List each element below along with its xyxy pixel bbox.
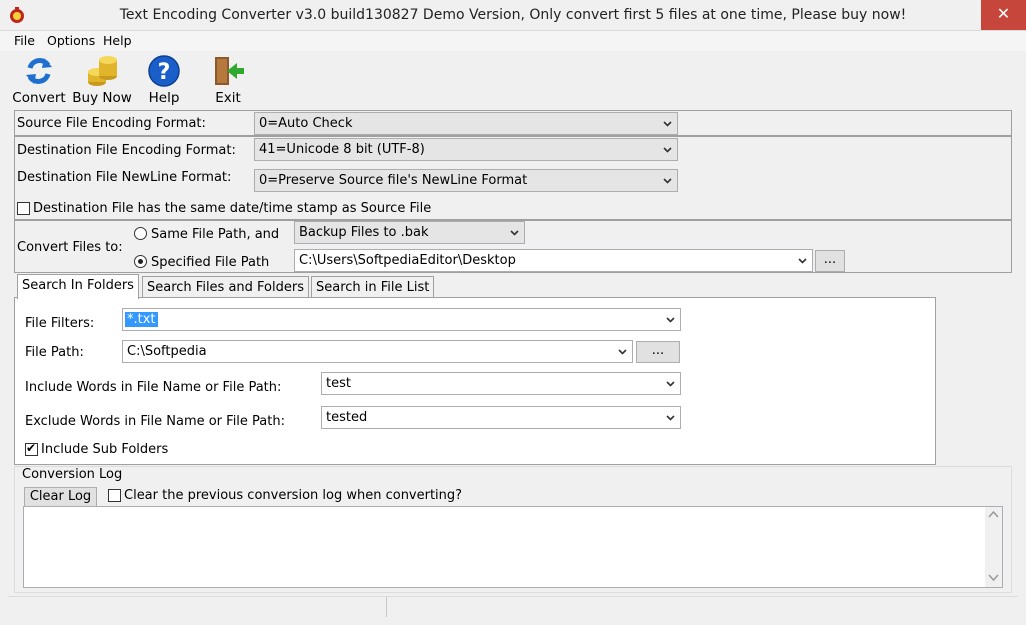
chevron-down-icon [662,144,673,155]
status-bar [8,596,1018,618]
menu-bar: File Options Help [0,31,1026,51]
convert-label: Convert [12,90,66,106]
svg-text:?: ? [158,60,171,85]
exit-door-icon [215,57,244,85]
clear-previous-log-checkbox[interactable] [108,489,121,502]
output-path-input[interactable]: C:\Users\SoftpediaEditor\Desktop [294,249,813,272]
file-filters-input[interactable]: *.txt [122,308,681,331]
include-words-input[interactable]: test [321,372,681,395]
output-path-browse-button[interactable]: ... [815,250,845,272]
destination-newline-value: 0=Preserve Source file's NewLine Format [259,173,528,188]
include-subfolders-label: Include Sub Folders [41,442,169,457]
file-path-label: File Path: [25,345,84,360]
menu-options[interactable]: Options [47,33,95,48]
conversion-log-label: Conversion Log [22,467,123,482]
include-words-value: test [326,376,351,391]
convert-icon [26,58,52,84]
timestamp-label: Destination File has the same date/time … [33,201,432,216]
scroll-up-icon[interactable] [988,510,999,519]
specified-path-label: Specified File Path [151,255,270,270]
menu-file[interactable]: File [14,33,35,48]
file-path-input[interactable]: C:\Softpedia [122,340,633,363]
coins-icon [88,56,117,86]
exclude-words-label: Exclude Words in File Name or File Path: [25,414,285,429]
chevron-down-icon [665,378,676,389]
chevron-down-icon [662,175,673,186]
destination-newline-label: Destination File NewLine Format: [17,170,232,185]
chevron-down-icon [662,118,673,129]
close-button[interactable]: ✕ [981,0,1026,30]
scroll-down-icon[interactable] [988,573,999,582]
exit-button[interactable]: Exit [208,54,248,106]
file-filters-value: *.txt [125,312,158,327]
source-encoding-value: 0=Auto Check [259,116,353,131]
status-divider [386,597,387,617]
include-words-label: Include Words in File Name or File Path: [25,380,282,395]
include-subfolders-checkbox[interactable] [25,441,38,456]
destination-encoding-value: 41=Unicode 8 bit (UTF-8) [259,142,425,157]
chevron-down-icon [665,314,676,325]
menu-help[interactable]: Help [103,33,132,48]
chevron-down-icon [797,255,808,266]
help-button[interactable]: ? Help [141,54,187,106]
timestamp-checkbox[interactable] [17,202,30,215]
clear-previous-log-label: Clear the previous conversion log when c… [124,488,463,503]
buy-now-button[interactable]: Buy Now [72,54,132,106]
exclude-words-input[interactable]: tested [321,406,681,429]
window-title: Text Encoding Converter v3.0 build130827… [119,7,907,23]
source-encoding-label: Source File Encoding Format: [17,116,206,131]
backup-value: Backup Files to .bak [299,225,429,240]
tab-search-files-and-folders[interactable]: Search Files and Folders [142,276,309,298]
tab-search-in-file-list[interactable]: Search in File List [311,276,435,298]
backup-select[interactable]: Backup Files to .bak [294,221,525,244]
help-label: Help [148,90,180,106]
log-scrollbar[interactable] [985,507,1002,587]
destination-newline-select[interactable]: 0=Preserve Source file's NewLine Format [254,169,678,192]
help-icon: ? [148,55,180,87]
file-path-browse-button[interactable]: ... [636,341,680,363]
exclude-words-value: tested [326,410,368,425]
chevron-down-icon [665,412,676,423]
source-encoding-select[interactable]: 0=Auto Check [254,112,678,135]
convert-to-label: Convert Files to: [17,240,123,255]
destination-encoding-label: Destination File Encoding Format: [17,143,236,158]
same-path-label: Same File Path, and [151,227,280,242]
buy-now-label: Buy Now [72,90,132,106]
tab-search-in-folders[interactable]: Search In Folders [17,274,139,299]
file-filters-label: File Filters: [25,316,95,331]
output-path-value: C:\Users\SoftpediaEditor\Desktop [299,253,516,268]
exit-label: Exit [215,90,241,106]
destination-encoding-select[interactable]: 41=Unicode 8 bit (UTF-8) [254,138,678,161]
file-path-value: C:\Softpedia [127,344,207,359]
convert-button[interactable]: Convert [12,54,66,106]
conversion-log-textarea[interactable] [23,506,1003,588]
same-path-radio[interactable] [134,227,147,240]
specified-path-radio[interactable] [134,255,147,268]
chevron-down-icon [617,346,628,357]
clear-log-button[interactable]: Clear Log [24,487,97,507]
chevron-down-icon [509,227,520,238]
